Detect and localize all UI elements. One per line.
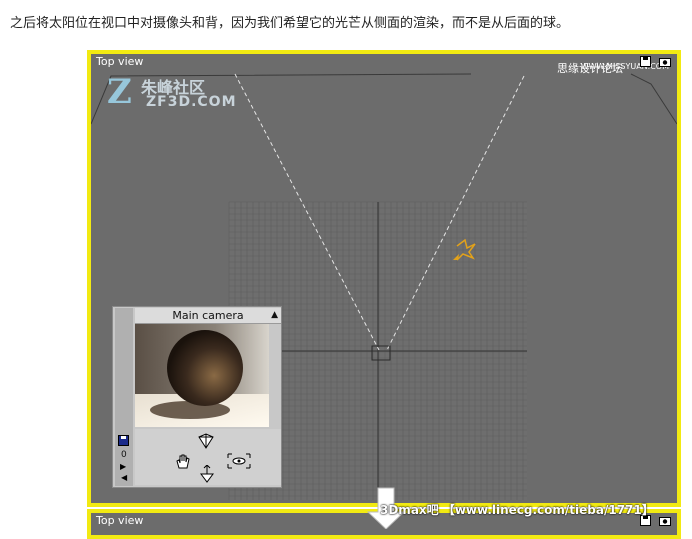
camera-panel[interactable]: 0 ▶ ◀ Main camera ▲ [112, 306, 282, 488]
camera-panel-title: Main camera [172, 309, 244, 322]
play-icon[interactable]: ▶ [120, 462, 126, 471]
dolly-icon[interactable] [199, 464, 215, 487]
camera-panel-header[interactable]: Main camera ▲ [135, 308, 281, 324]
viewport2-title: Top view [96, 514, 144, 527]
orbit-icon[interactable] [197, 433, 215, 453]
pan-hand-icon[interactable] [175, 453, 191, 473]
camera-preview [135, 324, 269, 427]
collapse-arrow-icon[interactable]: ▲ [271, 308, 278, 323]
frame-number: 0 [121, 450, 127, 460]
camera-icon[interactable] [658, 514, 671, 526]
caption-text: 之后将太阳位在视口中对摄像头和背，因为我们希望它的光芒从侧面的渲染，而不是从后面… [10, 16, 570, 31]
viewport-title: Top view [96, 55, 144, 68]
horizon-line-right [630, 73, 677, 125]
save-icon[interactable] [118, 431, 129, 450]
look-icon[interactable] [227, 453, 251, 473]
save-icon[interactable] [639, 55, 652, 67]
rewind-icon[interactable]: ◀ [121, 473, 127, 482]
watermark-left-en: ZF3D.COM [146, 94, 237, 110]
watermark-banner: 3Dmax吧 【www.linecg.com/tieba/1771】 [380, 503, 654, 517]
camera-controls [135, 429, 281, 485]
zf3d-logo-icon: Z [107, 72, 132, 112]
camera-icon[interactable] [658, 55, 671, 67]
